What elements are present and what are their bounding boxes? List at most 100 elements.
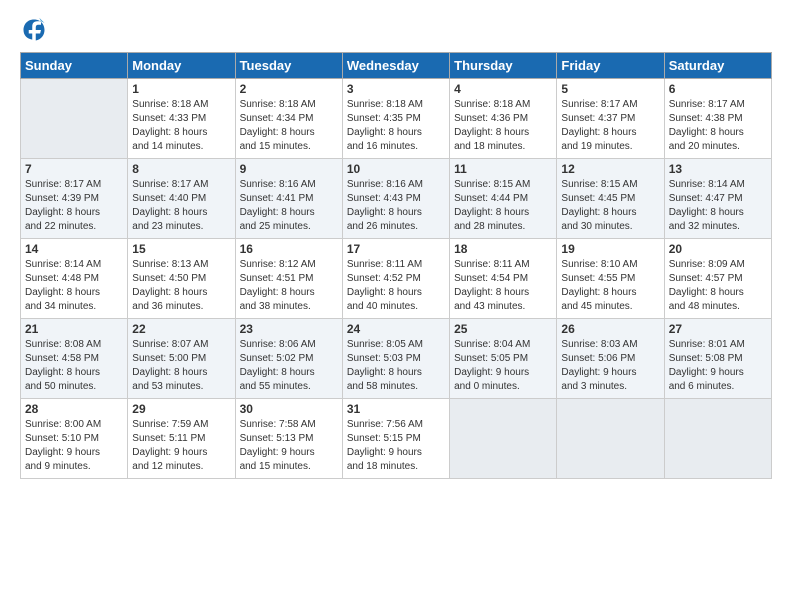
cell-info: Sunrise: 8:11 AMSunset: 4:52 PMDaylight:… xyxy=(347,258,445,314)
day-number: 20 xyxy=(669,242,767,256)
calendar-cell: 22 Sunrise: 8:07 AMSunset: 5:00 PMDayligh… xyxy=(128,319,235,399)
calendar-cell: 18 Sunrise: 8:11 AMSunset: 4:54 PMDayligh… xyxy=(450,239,557,319)
cell-info: Sunrise: 8:14 AMSunset: 4:47 PMDaylight:… xyxy=(669,178,767,234)
calendar-cell: 12Sunrise: 8:15 AMSunset: 4:45 PMDayligh… xyxy=(557,159,664,239)
calendar-week-row: 1 Sunrise: 8:18 AMSunset: 4:33 PMDaylight… xyxy=(21,79,772,159)
calendar-cell: 26Sunrise: 8:03 AMSunset: 5:06 PMDayligh… xyxy=(557,319,664,399)
calendar-cell: 23 Sunrise: 8:06 AMSunset: 5:02 PMDayligh… xyxy=(235,319,342,399)
calendar-week-row: 21 Sunrise: 8:08 AMSunset: 4:58 PMDayligh… xyxy=(21,319,772,399)
day-number: 28 xyxy=(25,402,123,416)
day-number: 5 xyxy=(561,82,659,96)
calendar-cell: 31 Sunrise: 7:56 AMSunset: 5:15 PMDayligh… xyxy=(342,399,449,479)
calendar-cell: 5 Sunrise: 8:17 AMSunset: 4:37 PMDaylight… xyxy=(557,79,664,159)
day-number: 4 xyxy=(454,82,552,96)
calendar-cell: 25 Sunrise: 8:04 AMSunset: 5:05 PMDayligh… xyxy=(450,319,557,399)
day-number: 31 xyxy=(347,402,445,416)
logo-icon xyxy=(20,16,48,44)
header xyxy=(20,16,772,44)
cell-info: Sunrise: 8:18 AMSunset: 4:33 PMDaylight:… xyxy=(132,98,230,154)
weekday-header: Sunday xyxy=(21,53,128,79)
cell-info: Sunrise: 8:15 AMSunset: 4:45 PMDaylight:… xyxy=(561,178,659,234)
day-number: 13 xyxy=(669,162,767,176)
weekday-header: Wednesday xyxy=(342,53,449,79)
cell-info: Sunrise: 8:07 AMSunset: 5:00 PMDaylight:… xyxy=(132,338,230,394)
day-number: 27 xyxy=(669,322,767,336)
day-number: 29 xyxy=(132,402,230,416)
cell-info: Sunrise: 8:10 AMSunset: 4:55 PMDaylight:… xyxy=(561,258,659,314)
cell-info: Sunrise: 7:58 AMSunset: 5:13 PMDaylight:… xyxy=(240,418,338,474)
cell-info: Sunrise: 8:15 AMSunset: 4:44 PMDaylight:… xyxy=(454,178,552,234)
cell-info: Sunrise: 8:16 AMSunset: 4:43 PMDaylight:… xyxy=(347,178,445,234)
weekday-header: Tuesday xyxy=(235,53,342,79)
day-number: 16 xyxy=(240,242,338,256)
calendar-cell: 3 Sunrise: 8:18 AMSunset: 4:35 PMDaylight… xyxy=(342,79,449,159)
cell-info: Sunrise: 8:06 AMSunset: 5:02 PMDaylight:… xyxy=(240,338,338,394)
cell-info: Sunrise: 8:12 AMSunset: 4:51 PMDaylight:… xyxy=(240,258,338,314)
cell-info: Sunrise: 8:11 AMSunset: 4:54 PMDaylight:… xyxy=(454,258,552,314)
day-number: 6 xyxy=(669,82,767,96)
day-number: 7 xyxy=(25,162,123,176)
cell-info: Sunrise: 8:17 AMSunset: 4:37 PMDaylight:… xyxy=(561,98,659,154)
calendar-cell: 6 Sunrise: 8:17 AMSunset: 4:38 PMDaylight… xyxy=(664,79,771,159)
weekday-row: SundayMondayTuesdayWednesdayThursdayFrid… xyxy=(21,53,772,79)
calendar-table: SundayMondayTuesdayWednesdayThursdayFrid… xyxy=(20,52,772,479)
day-number: 11 xyxy=(454,162,552,176)
cell-info: Sunrise: 8:16 AMSunset: 4:41 PMDaylight:… xyxy=(240,178,338,234)
day-number: 23 xyxy=(240,322,338,336)
cell-info: Sunrise: 8:05 AMSunset: 5:03 PMDaylight:… xyxy=(347,338,445,394)
day-number: 18 xyxy=(454,242,552,256)
calendar-cell: 10Sunrise: 8:16 AMSunset: 4:43 PMDayligh… xyxy=(342,159,449,239)
logo xyxy=(20,16,52,44)
cell-info: Sunrise: 8:08 AMSunset: 4:58 PMDaylight:… xyxy=(25,338,123,394)
calendar-cell: 28Sunrise: 8:00 AMSunset: 5:10 PMDayligh… xyxy=(21,399,128,479)
day-number: 24 xyxy=(347,322,445,336)
cell-info: Sunrise: 8:17 AMSunset: 4:40 PMDaylight:… xyxy=(132,178,230,234)
calendar-cell xyxy=(450,399,557,479)
day-number: 1 xyxy=(132,82,230,96)
day-number: 22 xyxy=(132,322,230,336)
cell-info: Sunrise: 8:18 AMSunset: 4:36 PMDaylight:… xyxy=(454,98,552,154)
cell-info: Sunrise: 8:14 AMSunset: 4:48 PMDaylight:… xyxy=(25,258,123,314)
calendar-cell: 16 Sunrise: 8:12 AMSunset: 4:51 PMDayligh… xyxy=(235,239,342,319)
cell-info: Sunrise: 8:13 AMSunset: 4:50 PMDaylight:… xyxy=(132,258,230,314)
day-number: 2 xyxy=(240,82,338,96)
cell-info: Sunrise: 8:04 AMSunset: 5:05 PMDaylight:… xyxy=(454,338,552,394)
cell-info: Sunrise: 8:18 AMSunset: 4:34 PMDaylight:… xyxy=(240,98,338,154)
calendar-cell: 19 Sunrise: 8:10 AMSunset: 4:55 PMDayligh… xyxy=(557,239,664,319)
calendar-cell: 17 Sunrise: 8:11 AMSunset: 4:52 PMDayligh… xyxy=(342,239,449,319)
calendar-cell: 14 Sunrise: 8:14 AMSunset: 4:48 PMDayligh… xyxy=(21,239,128,319)
day-number: 21 xyxy=(25,322,123,336)
cell-info: Sunrise: 8:01 AMSunset: 5:08 PMDaylight:… xyxy=(669,338,767,394)
calendar-cell: 13 Sunrise: 8:14 AMSunset: 4:47 PMDayligh… xyxy=(664,159,771,239)
day-number: 9 xyxy=(240,162,338,176)
calendar-cell: 2 Sunrise: 8:18 AMSunset: 4:34 PMDaylight… xyxy=(235,79,342,159)
cell-info: Sunrise: 8:18 AMSunset: 4:35 PMDaylight:… xyxy=(347,98,445,154)
calendar-cell: 29Sunrise: 7:59 AMSunset: 5:11 PMDayligh… xyxy=(128,399,235,479)
cell-info: Sunrise: 8:09 AMSunset: 4:57 PMDaylight:… xyxy=(669,258,767,314)
cell-info: Sunrise: 8:17 AMSunset: 4:39 PMDaylight:… xyxy=(25,178,123,234)
weekday-header: Saturday xyxy=(664,53,771,79)
day-number: 17 xyxy=(347,242,445,256)
calendar-cell: 11 Sunrise: 8:15 AMSunset: 4:44 PMDayligh… xyxy=(450,159,557,239)
day-number: 30 xyxy=(240,402,338,416)
cell-info: Sunrise: 8:17 AMSunset: 4:38 PMDaylight:… xyxy=(669,98,767,154)
day-number: 3 xyxy=(347,82,445,96)
page-container: SundayMondayTuesdayWednesdayThursdayFrid… xyxy=(0,0,792,612)
weekday-header: Thursday xyxy=(450,53,557,79)
calendar-body: 1 Sunrise: 8:18 AMSunset: 4:33 PMDaylight… xyxy=(21,79,772,479)
calendar-cell: 24 Sunrise: 8:05 AMSunset: 5:03 PMDayligh… xyxy=(342,319,449,399)
day-number: 25 xyxy=(454,322,552,336)
weekday-header: Friday xyxy=(557,53,664,79)
calendar-cell: 20 Sunrise: 8:09 AMSunset: 4:57 PMDayligh… xyxy=(664,239,771,319)
calendar-cell: 1 Sunrise: 8:18 AMSunset: 4:33 PMDaylight… xyxy=(128,79,235,159)
cell-info: Sunrise: 7:56 AMSunset: 5:15 PMDaylight:… xyxy=(347,418,445,474)
weekday-header: Monday xyxy=(128,53,235,79)
calendar-cell: 27 Sunrise: 8:01 AMSunset: 5:08 PMDayligh… xyxy=(664,319,771,399)
calendar-cell: 21 Sunrise: 8:08 AMSunset: 4:58 PMDayligh… xyxy=(21,319,128,399)
day-number: 26 xyxy=(561,322,659,336)
calendar-cell xyxy=(557,399,664,479)
calendar-cell: 15Sunrise: 8:13 AMSunset: 4:50 PMDayligh… xyxy=(128,239,235,319)
day-number: 14 xyxy=(25,242,123,256)
calendar-week-row: 28Sunrise: 8:00 AMSunset: 5:10 PMDayligh… xyxy=(21,399,772,479)
day-number: 19 xyxy=(561,242,659,256)
